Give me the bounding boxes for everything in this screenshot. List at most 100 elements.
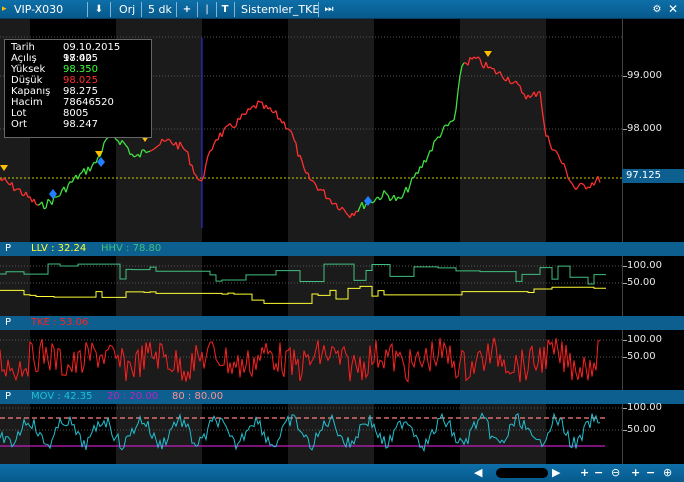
panel-p-button[interactable]: P: [5, 316, 11, 330]
price-segment: [529, 94, 533, 99]
price-segment: [563, 163, 567, 171]
price-segment: [85, 166, 89, 175]
zoom-out-y-icon[interactable]: −: [646, 464, 655, 482]
sell-marker: [95, 151, 103, 157]
price-segment: [393, 194, 397, 201]
price-segment: [203, 163, 207, 176]
price-segment: [229, 123, 233, 127]
price-segment: [151, 148, 155, 151]
settings-icon[interactable]: ⚙: [650, 0, 664, 19]
forward-icon[interactable]: ⏭: [322, 0, 336, 19]
price-segment: [309, 179, 313, 182]
llv-hhv-pane[interactable]: [0, 256, 622, 316]
llv-axis: 100.00 50.00: [622, 256, 684, 316]
price-segment: [539, 91, 543, 109]
price-segment: [303, 167, 307, 174]
panel-header-llv: P LLV : 32.24 HHV : 78.80: [0, 242, 684, 256]
price-segment: [349, 212, 353, 218]
price-segment: [167, 138, 171, 141]
axis-label: 100.00: [627, 402, 662, 413]
price-segment: [383, 190, 387, 194]
price-segment: [235, 118, 239, 127]
symbol-selector[interactable]: VIP-X030: [14, 0, 63, 19]
price-segment: [433, 139, 437, 143]
price-axis: 99.000 98.000: [622, 19, 684, 242]
hhv-line: [0, 263, 606, 285]
price-segment: [19, 188, 23, 196]
price-segment: [577, 183, 581, 188]
tke-series: [0, 337, 622, 384]
price-segment: [225, 124, 229, 128]
price-segment: [213, 139, 217, 145]
price-segment: [457, 75, 461, 92]
price-segment: [327, 197, 331, 200]
price-segment: [161, 138, 165, 142]
price-segment: [269, 107, 273, 113]
sell-marker: [0, 165, 8, 171]
price-segment: [371, 201, 375, 204]
line-tool-icon[interactable]: |: [201, 0, 213, 19]
price-segment: [589, 182, 593, 189]
mov-line: [0, 412, 601, 453]
price-type-selector[interactable]: Orj: [119, 0, 135, 19]
toolbar-divider: [141, 2, 142, 17]
price-segment: [549, 143, 553, 151]
horizontal-scrollbar[interactable]: [496, 468, 548, 478]
zoom-out-icon[interactable]: −: [594, 464, 603, 482]
text-tool-icon[interactable]: T: [219, 0, 231, 19]
price-segment: [197, 178, 201, 182]
price-segment: [441, 126, 445, 133]
axis-label: 100.00: [627, 334, 662, 345]
price-segment: [169, 139, 173, 145]
price-segment: [361, 201, 365, 210]
price-segment: [125, 145, 129, 149]
price-segment: [11, 182, 15, 191]
expand-icon[interactable]: ▸: [2, 0, 7, 19]
price-segment: [499, 71, 503, 77]
info-value: 98.025: [63, 53, 98, 64]
close-icon[interactable]: ✕: [666, 0, 680, 19]
price-segment: [121, 140, 125, 144]
scroll-left-icon[interactable]: ◀: [474, 464, 482, 482]
price-segment: [569, 180, 573, 184]
fit-icon[interactable]: ⊕: [663, 464, 672, 482]
info-key: Tarih: [11, 42, 35, 53]
mov-pane[interactable]: [0, 404, 622, 464]
price-segment: [421, 160, 425, 168]
tke-pane[interactable]: [0, 330, 622, 390]
price-segment: [307, 172, 311, 181]
price-segment: [239, 113, 243, 120]
lower-band-label: 20 : 20.00: [107, 391, 159, 402]
ohlc-info-box: Tarih 09.10.2015 17:40 Açılış 98.025 Yükse…: [4, 39, 152, 138]
llv-label: LLV : 32.24: [31, 243, 87, 254]
price-segment: [187, 152, 191, 166]
arrow-down-icon[interactable]: ⬇: [92, 0, 106, 19]
price-segment: [159, 138, 163, 145]
price-segment: [149, 149, 153, 152]
info-value: 98.025: [63, 75, 98, 86]
indicator-selector[interactable]: Sistemler_TKE: [241, 0, 319, 19]
zoom-in-y-icon[interactable]: +: [631, 464, 640, 482]
price-segment: [425, 155, 429, 163]
plus-icon[interactable]: +: [180, 0, 194, 19]
info-value: 98.350: [63, 64, 98, 75]
tke-label: TKE : 53.06: [31, 317, 89, 328]
zoom-in-icon[interactable]: +: [580, 464, 589, 482]
price-segment: [559, 159, 563, 164]
price-segment: [345, 212, 349, 216]
mov-label: MOV : 42.35: [31, 391, 93, 402]
price-segment: [343, 209, 347, 214]
price-segment: [521, 92, 525, 95]
panel-p-button[interactable]: P: [5, 242, 11, 256]
period-selector[interactable]: 5 dk: [148, 0, 172, 19]
toolbar-divider: [110, 2, 111, 17]
panel-p-button[interactable]: P: [5, 390, 11, 404]
toolbar-divider: [234, 2, 235, 17]
price-segment: [477, 56, 481, 60]
reset-zoom-icon[interactable]: ⊖: [611, 464, 620, 482]
price-segment: [385, 192, 389, 196]
info-key: Yüksek: [11, 64, 46, 75]
scroll-right-icon[interactable]: ▶: [552, 464, 560, 482]
toolbar-divider: [176, 2, 177, 17]
price-segment: [101, 142, 105, 152]
